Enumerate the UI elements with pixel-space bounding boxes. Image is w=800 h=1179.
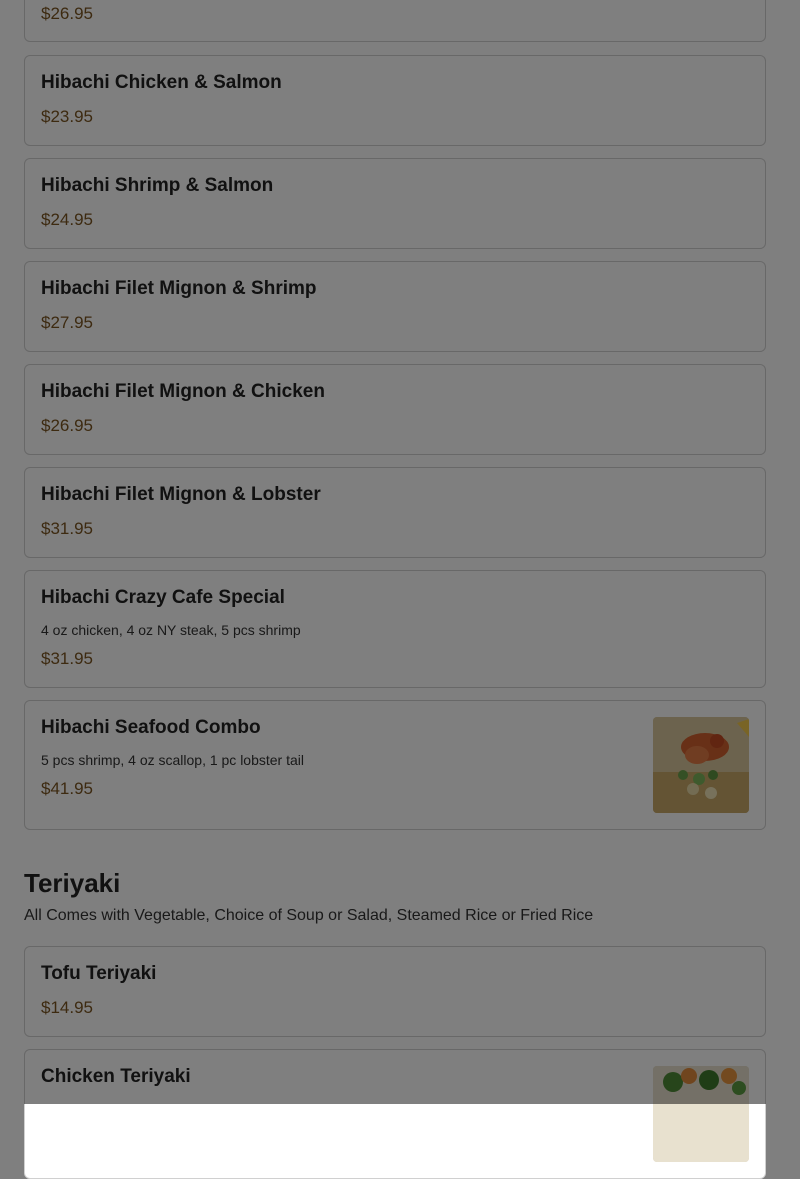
- section-title: Teriyaki: [24, 868, 121, 898]
- item-price: $24.95: [41, 210, 93, 229]
- menu-item-card[interactable]: Hibachi Chicken & Salmon $23.95: [24, 55, 766, 146]
- item-price: $41.95: [41, 779, 93, 798]
- menu-item-card[interactable]: Hibachi Filet Mignon & Lobster $31.95: [24, 467, 766, 558]
- food-image: [653, 717, 749, 813]
- menu-item-card[interactable]: Hibachi Shrimp & Salmon $24.95: [24, 158, 766, 249]
- chicken-teriyaki-photo[interactable]: [653, 1066, 749, 1162]
- menu-item-card[interactable]: Chicken Teriyaki: [24, 1049, 766, 1179]
- section-subtitle: All Comes with Vegetable, Choice of Soup…: [24, 907, 594, 924]
- item-name: Hibachi Filet Mignon & Chicken: [41, 381, 325, 402]
- food-image: [653, 1066, 749, 1162]
- menu-item-card[interactable]: Hibachi Crazy Cafe Special 4 oz chicken,…: [24, 570, 766, 688]
- item-description: 4 oz chicken, 4 oz NY steak, 5 pcs shrim…: [41, 622, 301, 638]
- menu-item-card[interactable]: Hibachi Filet Mignon & Chicken $26.95: [24, 364, 766, 455]
- item-description: 5 pcs shrimp, 4 oz scallop, 1 pc lobster…: [41, 752, 305, 768]
- item-price: $26.95: [41, 4, 93, 23]
- menu-item-card[interactable]: Tofu Teriyaki $14.95: [24, 946, 766, 1037]
- seafood-combo-photo[interactable]: [653, 717, 749, 813]
- menu-page: $26.95 Hibachi Chicken & Salmon $23.95 H…: [0, 0, 800, 1179]
- item-name: Hibachi Filet Mignon & Lobster: [41, 484, 321, 505]
- item-name: Hibachi Shrimp & Salmon: [41, 175, 274, 196]
- item-name: Hibachi Chicken & Salmon: [41, 72, 282, 93]
- item-price: $31.95: [41, 649, 93, 668]
- item-price: $14.95: [41, 998, 93, 1017]
- menu-item-card[interactable]: Hibachi Seafood Combo 5 pcs shrimp, 4 oz…: [24, 700, 766, 830]
- item-price: $23.95: [41, 107, 93, 126]
- item-price: $27.95: [41, 313, 93, 332]
- item-name: Tofu Teriyaki: [41, 963, 157, 984]
- item-price: $26.95: [41, 416, 93, 435]
- item-name: Chicken Teriyaki: [41, 1066, 191, 1087]
- item-price: $31.95: [41, 519, 93, 538]
- menu-item-card[interactable]: $26.95: [24, 0, 766, 42]
- item-name: Hibachi Filet Mignon & Shrimp: [41, 278, 317, 299]
- item-name: Hibachi Crazy Cafe Special: [41, 587, 285, 608]
- menu-item-card[interactable]: Hibachi Filet Mignon & Shrimp $27.95: [24, 261, 766, 352]
- item-name: Hibachi Seafood Combo: [41, 717, 261, 738]
